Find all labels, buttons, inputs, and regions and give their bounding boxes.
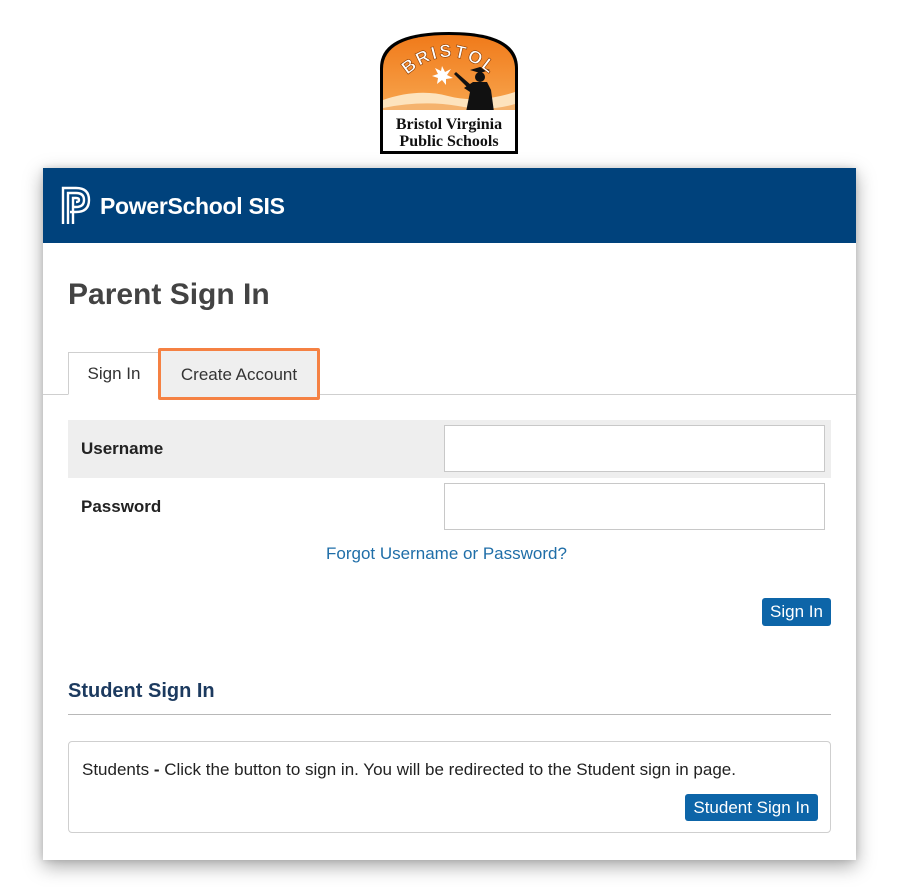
header-banner: PowerSchool SIS [43,168,856,243]
student-prefix: Students [82,760,150,779]
bristol-logo-graphic: BRISTOL Bristol Virginia Public Schools [380,32,518,154]
username-input[interactable] [444,425,825,472]
logo-line-1: Bristol Virginia [396,116,502,133]
username-label: Username [81,439,164,458]
page-title: Parent Sign In [68,278,270,311]
powerschool-logo-icon [61,186,91,224]
student-sign-in-heading: Student Sign In [68,680,215,702]
student-message-text: Click the button to sign in. You will be… [164,760,736,779]
tab-sign-in[interactable]: Sign In [68,352,160,395]
student-message: Students - Click the button to sign in. … [82,760,736,780]
forgot-credentials-link[interactable]: Forgot Username or Password? [326,544,567,564]
student-sign-in-button[interactable]: Student Sign In [685,794,818,821]
student-divider [68,714,831,715]
sign-in-card: PowerSchool SIS Parent Sign In Sign In C… [43,168,856,860]
product-title: PowerSchool SIS [100,193,285,219]
password-row: Password [68,478,831,536]
logo-line-2: Public Schools [399,133,498,150]
tab-create-account[interactable]: Create Account [158,348,320,400]
sign-in-button[interactable]: Sign In [762,598,831,626]
student-sign-in-panel: Students - Click the button to sign in. … [68,741,831,833]
username-row: Username [68,420,831,478]
district-logo: BRISTOL Bristol Virginia Public Schools [378,30,520,156]
password-input[interactable] [444,483,825,530]
password-label: Password [81,497,162,516]
student-separator: - [149,760,165,779]
